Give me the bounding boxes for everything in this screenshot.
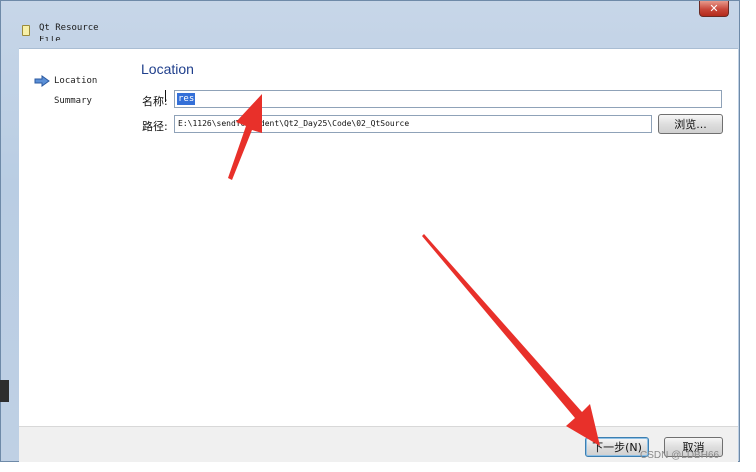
wizard-content: Location Summary Location 名称: res 路径: E:… bbox=[19, 48, 738, 426]
text-cursor bbox=[165, 90, 166, 102]
watermark: CSDN @LDBH66 bbox=[640, 450, 720, 461]
browse-button[interactable]: 浏览... bbox=[658, 114, 723, 134]
close-icon: ✕ bbox=[709, 2, 719, 15]
window-title: Qt Resource bbox=[39, 23, 99, 33]
button-bar: 下一步(N) 取消 bbox=[19, 426, 738, 462]
name-label: 名称: bbox=[142, 95, 168, 108]
file-icon bbox=[22, 25, 30, 36]
name-input[interactable]: res bbox=[174, 90, 722, 108]
window-title-line2: File bbox=[39, 36, 61, 41]
name-value: res bbox=[177, 93, 196, 105]
dialog-window: Qt Resource File ✕ Location Summary Loca… bbox=[0, 0, 740, 462]
page-title: Location bbox=[141, 61, 194, 77]
background-window-edge bbox=[0, 380, 9, 402]
close-button[interactable]: ✕ bbox=[699, 1, 729, 17]
step-location: Location bbox=[54, 76, 98, 86]
path-input[interactable]: E:\1126\sendToStudent\Qt2_Day25\Code\02_… bbox=[174, 115, 652, 133]
path-label: 路径: bbox=[142, 120, 168, 133]
current-step-arrow-icon bbox=[34, 75, 50, 87]
step-summary: Summary bbox=[54, 96, 92, 106]
title-bar[interactable]: Qt Resource File ✕ bbox=[1, 1, 741, 47]
